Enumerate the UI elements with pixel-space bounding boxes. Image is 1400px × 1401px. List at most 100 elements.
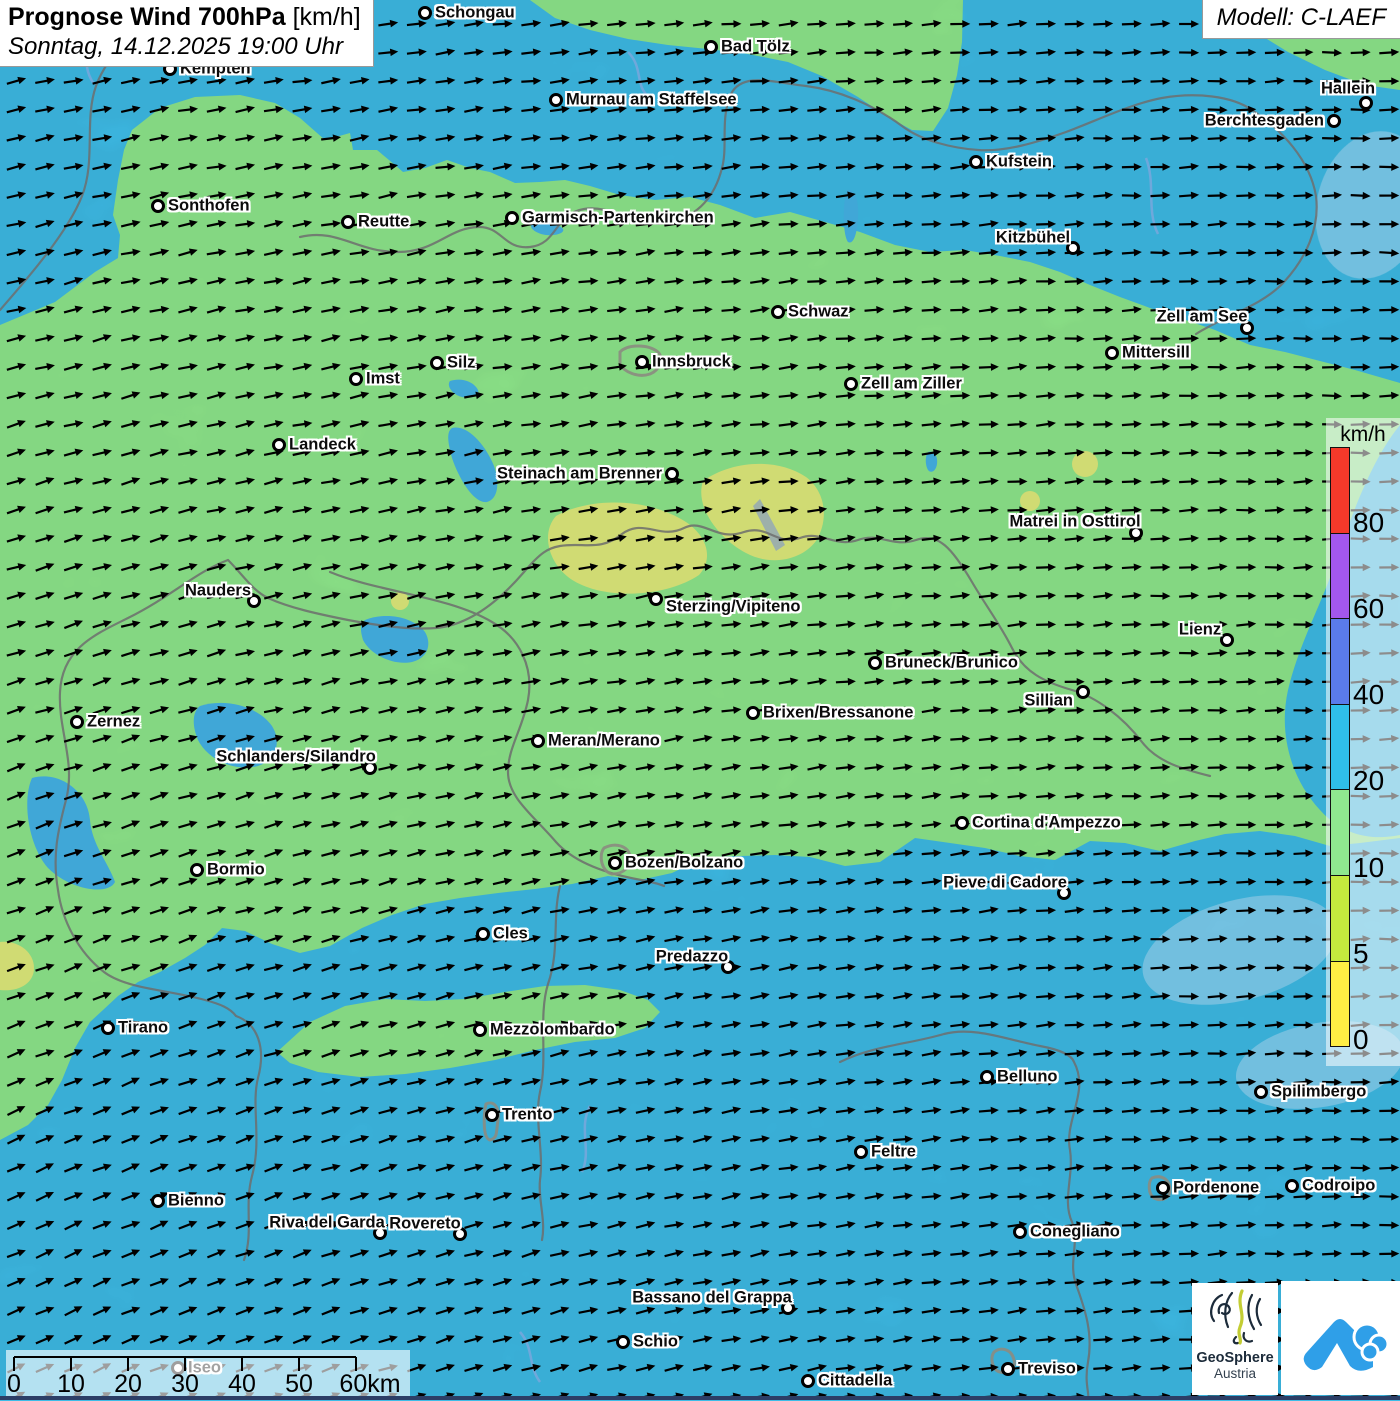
city-label: Zell am Ziller	[861, 375, 962, 394]
city-marker	[190, 863, 204, 877]
city-marker	[1156, 1181, 1170, 1195]
city-label: Pordenone	[1173, 1179, 1259, 1198]
scale-tick-label: 0	[7, 1370, 21, 1396]
legend-title: km/h	[1326, 423, 1400, 447]
city-marker	[70, 715, 84, 729]
city-marker	[485, 1108, 499, 1122]
city-marker	[430, 356, 444, 370]
city-marker	[1001, 1362, 1015, 1376]
city-label: Imst	[366, 370, 400, 389]
scale-tick-label: 40	[228, 1370, 256, 1396]
city-marker	[101, 1021, 115, 1035]
legend-segment	[1331, 534, 1349, 620]
city-label: Rovereto	[389, 1215, 461, 1234]
city-label: Schongau	[435, 4, 515, 23]
city-label: Nauders	[185, 582, 251, 601]
city-label: Conegliano	[1030, 1223, 1120, 1242]
city-label: Schwaz	[788, 303, 849, 322]
city-marker	[649, 592, 663, 606]
city-marker	[418, 6, 432, 20]
city-marker	[635, 355, 649, 369]
city-label: Kitzbühel	[996, 229, 1070, 248]
city-label: Meran/Merano	[548, 732, 660, 751]
city-label: Riva del Garda	[269, 1214, 385, 1233]
geosphere-country-text: Austria	[1192, 1367, 1278, 1382]
geosphere-logo: GeoSphere Austria	[1192, 1283, 1278, 1395]
legend-tick-label: 10	[1353, 854, 1384, 882]
city-label: Bruneck/Brunico	[885, 654, 1018, 673]
city-label: Cortina d'Ampezzo	[972, 814, 1121, 833]
legend-tick-label: 20	[1353, 767, 1384, 795]
city-label: Cittadella	[818, 1372, 892, 1391]
city-marker	[1076, 685, 1090, 699]
title-unit: [km/h]	[293, 3, 361, 31]
legend-tick-label: 5	[1353, 940, 1369, 968]
city-label: Murnau am Staffelsee	[566, 91, 737, 110]
city-marker	[1220, 633, 1234, 647]
model-label: Modell: C-LAEF	[1202, 0, 1400, 39]
map-title: Prognose Wind 700hPa [km/h]	[8, 3, 361, 33]
city-label: Brixen/Bressanone	[763, 704, 913, 723]
city-marker	[151, 199, 165, 213]
city-marker	[549, 93, 563, 107]
city-label: Trento	[502, 1106, 552, 1125]
city-marker	[531, 734, 545, 748]
city-label: Lienz	[1179, 621, 1221, 640]
scale-tick-label: 30	[171, 1370, 199, 1396]
city-marker	[771, 305, 785, 319]
city-marker	[1285, 1179, 1299, 1193]
legend-segment	[1331, 619, 1349, 705]
city-label: Pieve di Cadore	[943, 874, 1067, 893]
city-marker	[969, 155, 983, 169]
city-marker	[868, 656, 882, 670]
scale-bar-ticks	[14, 1357, 356, 1371]
legend-tick-label: 0	[1353, 1026, 1369, 1054]
city-label: Schlanders/Silandro	[216, 748, 376, 767]
city-marker	[349, 372, 363, 386]
mountain-cloud-icon	[1281, 1281, 1400, 1395]
map-scale-bar: 0102030405060km	[6, 1350, 410, 1396]
city-label: Silz	[447, 354, 475, 373]
scale-tick-label: 10	[57, 1370, 85, 1396]
city-label: Hallein	[1321, 80, 1375, 99]
city-label: Matrei in Osttirol	[1009, 513, 1140, 532]
city-label: Innsbruck	[652, 353, 731, 372]
scale-tick-label: 50	[285, 1370, 313, 1396]
city-marker	[272, 438, 286, 452]
geosphere-org-text: GeoSphere	[1192, 1351, 1278, 1367]
city-label: Mezzolombardo	[490, 1021, 615, 1040]
city-label: Schio	[633, 1333, 678, 1352]
city-marker	[1013, 1225, 1027, 1239]
city-label: Bozen/Bolzano	[625, 854, 743, 873]
legend-segment	[1331, 448, 1349, 534]
map-subtitle: Sonntag, 14.12.2025 19:00 Uhr	[8, 33, 361, 61]
city-marker	[476, 927, 490, 941]
city-label: Predazzo	[656, 948, 728, 967]
scale-tick-label: 60km	[339, 1370, 400, 1396]
legend-segment	[1331, 962, 1349, 1047]
city-marker	[1105, 346, 1119, 360]
city-marker	[616, 1335, 630, 1349]
city-label: Zernez	[87, 713, 140, 732]
city-label: Mittersill	[1122, 344, 1190, 363]
legend-segment	[1331, 876, 1349, 962]
city-marker	[844, 377, 858, 391]
city-marker	[1254, 1085, 1268, 1099]
city-label: Bad Tölz	[721, 38, 790, 57]
city-marker	[980, 1070, 994, 1084]
legend-tick-label: 80	[1353, 509, 1384, 537]
legend-segment	[1331, 790, 1349, 876]
weather-map-page: { "header": { "title": "Prognose Wind 70…	[0, 0, 1400, 1400]
legend-tick-label: 60	[1353, 595, 1384, 623]
title-text: Prognose Wind 700hPa	[8, 3, 286, 31]
legend-tick-label: 40	[1353, 681, 1384, 709]
city-label: Treviso	[1018, 1360, 1076, 1379]
city-marker	[1327, 114, 1341, 128]
city-marker	[955, 816, 969, 830]
map-title-box: Prognose Wind 700hPa [km/h] Sonntag, 14.…	[0, 0, 374, 67]
city-label: Feltre	[871, 1143, 916, 1162]
city-label: Tirano	[118, 1019, 168, 1038]
city-label: Bassano del Grappa	[632, 1289, 792, 1308]
city-layer: SchongauBad TölzKemptenMurnau am Staffel…	[0, 0, 1400, 1400]
city-marker	[746, 706, 760, 720]
